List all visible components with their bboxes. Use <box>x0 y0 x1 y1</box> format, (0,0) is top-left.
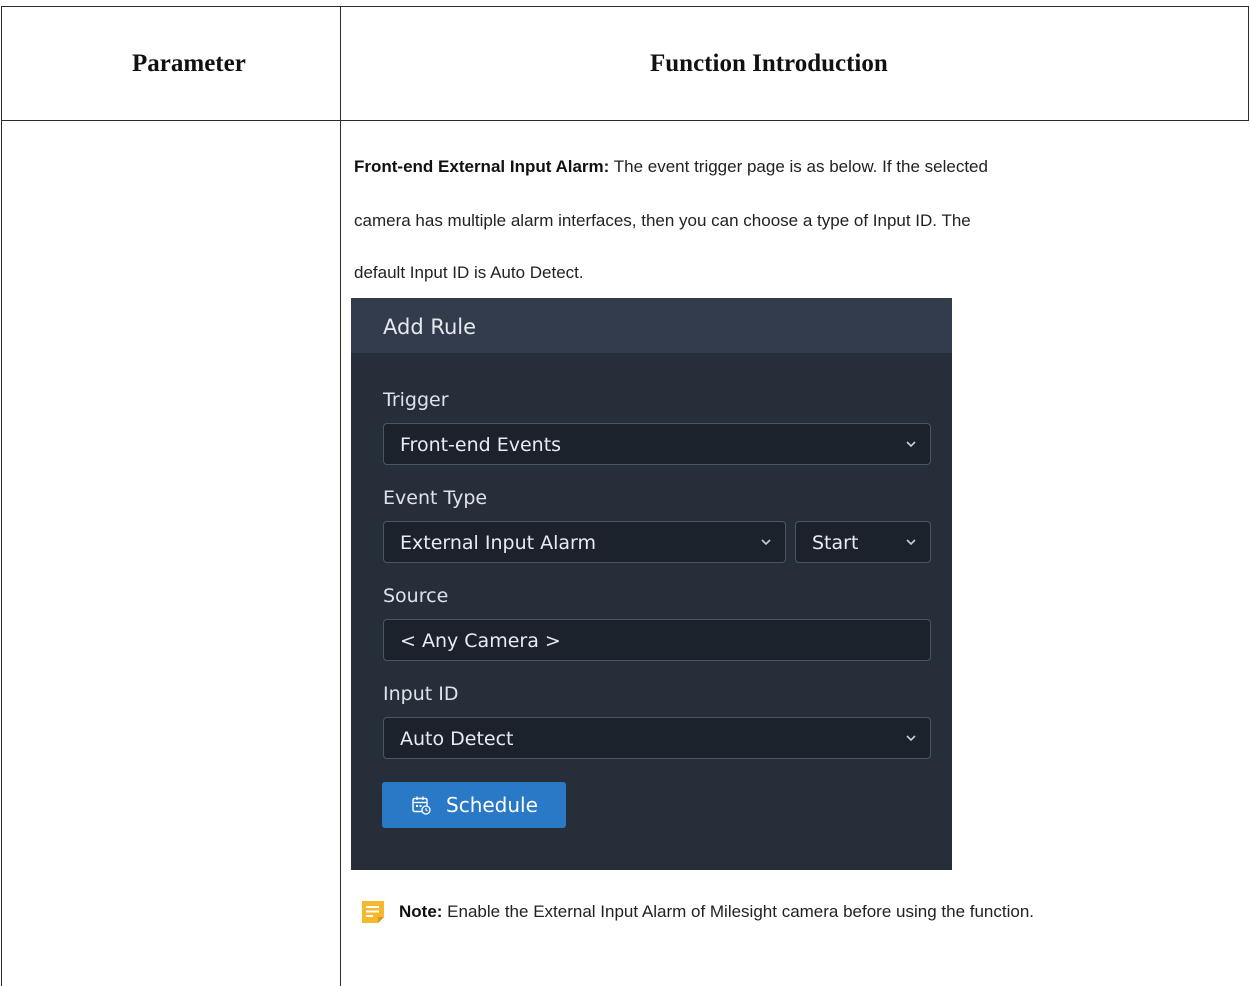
event-type-select[interactable]: External Input Alarm <box>383 521 786 563</box>
chevron-down-icon <box>761 537 771 547</box>
note-paragraph: Note: Enable the External Input Alarm of… <box>354 902 1214 922</box>
table-column-divider <box>340 6 341 986</box>
description-lead: Front-end External Input Alarm: <box>354 157 610 176</box>
event-state-value: Start <box>812 532 859 554</box>
calendar-icon <box>411 795 431 815</box>
source-value: < Any Camera > <box>400 630 561 652</box>
chevron-down-icon <box>906 537 916 547</box>
table-header-divider <box>1 120 1249 121</box>
note-lead: Note: <box>399 902 443 921</box>
source-label: Source <box>383 585 449 607</box>
table-border-left <box>1 6 2 986</box>
schedule-label: Schedule <box>446 793 538 817</box>
description-line-1: Front-end External Input Alarm: The even… <box>354 157 1234 177</box>
event-type-label: Event Type <box>383 487 488 509</box>
table-border-right <box>1248 6 1249 121</box>
note-text: Enable the External Input Alarm of Miles… <box>442 902 1035 921</box>
trigger-select[interactable]: Front-end Events <box>383 423 931 465</box>
description-line-3: default Input ID is Auto Detect. <box>354 263 584 282</box>
dialog-title: Add Rule <box>383 315 477 339</box>
chevron-down-icon <box>906 439 916 449</box>
source-field[interactable]: < Any Camera > <box>383 619 931 661</box>
input-id-value: Auto Detect <box>400 728 514 750</box>
description-text-1: The event trigger page is as below. If t… <box>609 157 988 176</box>
input-id-select[interactable]: Auto Detect <box>383 717 931 759</box>
chevron-down-icon <box>906 733 916 743</box>
header-parameter: Parameter <box>132 50 246 77</box>
trigger-label: Trigger <box>383 389 449 411</box>
schedule-button[interactable]: Schedule <box>382 782 566 828</box>
table-border-top <box>1 6 1249 7</box>
add-rule-dialog: Add Rule Trigger Front-end Events Event … <box>351 298 952 870</box>
trigger-value: Front-end Events <box>400 434 562 456</box>
dialog-header: Add Rule <box>351 298 952 353</box>
description-line-2: camera has multiple alarm interfaces, th… <box>354 211 971 230</box>
event-type-value: External Input Alarm <box>400 532 597 554</box>
input-id-label: Input ID <box>383 683 459 705</box>
event-state-select[interactable]: Start <box>795 521 931 563</box>
header-function-introduction: Function Introduction <box>650 50 888 77</box>
